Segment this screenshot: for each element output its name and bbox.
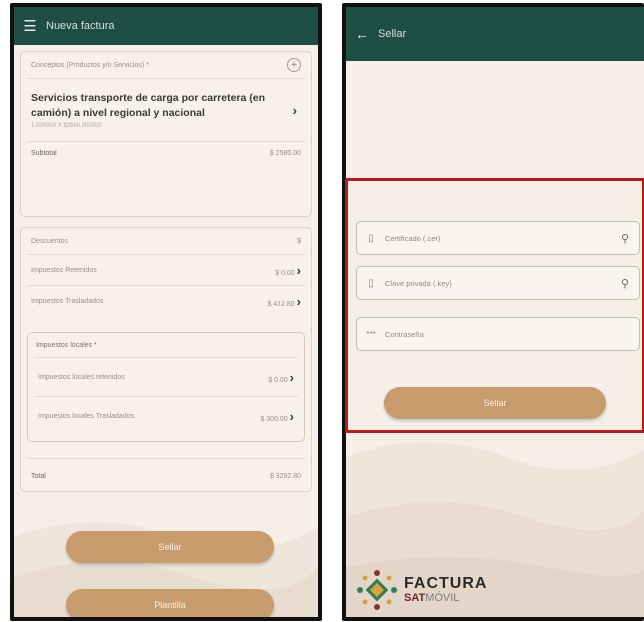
logo-icon [357, 570, 397, 610]
total-label: Total [31, 472, 46, 480]
conceptos-card: Conceptos (Productos y/o Servicios) * + … [20, 51, 312, 217]
loc-tras-value: $ 300.00 [260, 415, 288, 423]
highlight-box [345, 178, 644, 433]
back-arrow-icon[interactable]: ← [346, 26, 378, 42]
brand-sat: SAT [404, 591, 426, 604]
chevron-right-icon: › [289, 369, 294, 385]
impuestos-retenidos-row[interactable]: Impuestos Retenidos $ 0.00 › [21, 255, 311, 285]
taxes-card: Descuentos $ Impuestos Retenidos $ 0.00 … [20, 227, 312, 492]
brand-line1: FACTURA [404, 574, 488, 592]
app-bar: ← Sellar [346, 7, 644, 61]
chevron-right-icon: › [296, 262, 301, 278]
tras-value: $ 412.80 [267, 300, 295, 308]
loc-ret-label: Impuestos locales retenidos [38, 373, 125, 381]
left-phone-screenshot: ☰ Nueva factura Conceptos (Productos y/o… [10, 3, 322, 621]
concept-description: Servicios transporte de carga por carret… [31, 92, 266, 119]
impuestos-trasladados-row[interactable]: Impuestos Trasladados $ 412.80 › [21, 286, 311, 316]
tras-label: Impuestos Trasladados [31, 297, 104, 305]
ret-value: $ 0.00 [275, 269, 295, 277]
screen-title: Sellar [378, 28, 407, 40]
ret-label: Impuestos Retenidos [31, 266, 97, 274]
chevron-right-icon: › [292, 102, 297, 118]
total-value: $ 3292.80 [269, 472, 301, 480]
locales-label: Impuestos locales * [36, 341, 97, 349]
invoice-screen: ☰ Nueva factura Conceptos (Productos y/o… [14, 7, 318, 617]
app-bar: ☰ Nueva factura [14, 7, 318, 45]
add-circle-icon[interactable]: + [287, 58, 301, 72]
brand-movil: MÓVIL [425, 591, 460, 604]
conceptos-label: Conceptos (Productos y/o Servicios) * [31, 61, 149, 69]
screen-title: Nueva factura [46, 20, 115, 32]
locales-retenidos-row[interactable]: Impuestos locales retenidos $ 0.00 › [28, 358, 304, 396]
menu-icon[interactable]: ☰ [14, 17, 46, 35]
descuentos-value: $ [297, 237, 301, 245]
impuestos-locales-card: Impuestos locales * Impuestos locales re… [27, 332, 305, 442]
sellar-button[interactable]: Sellar [66, 531, 274, 563]
loc-ret-value: $ 0.00 [268, 376, 288, 384]
chevron-right-icon: › [296, 293, 301, 309]
concept-item[interactable]: Servicios transporte de carga por carret… [21, 79, 311, 129]
loc-tras-label: Impuestos locales Trasladados [38, 412, 135, 420]
plantilla-button[interactable]: Plantilla [66, 589, 274, 617]
subtotal-value: $ 2580.00 [269, 149, 301, 157]
locales-trasladados-row[interactable]: Impuestos locales Trasladados $ 300.00 › [28, 397, 304, 435]
factura-sat-movil-logo: FACTURA SATMÓVIL [356, 569, 487, 611]
concept-detail: 1.000000 X $2580.000000 [31, 123, 102, 129]
chevron-right-icon: › [289, 408, 294, 424]
descuentos-label: Descuentos [31, 237, 68, 245]
subtotal-label: Subtotal [31, 149, 57, 157]
